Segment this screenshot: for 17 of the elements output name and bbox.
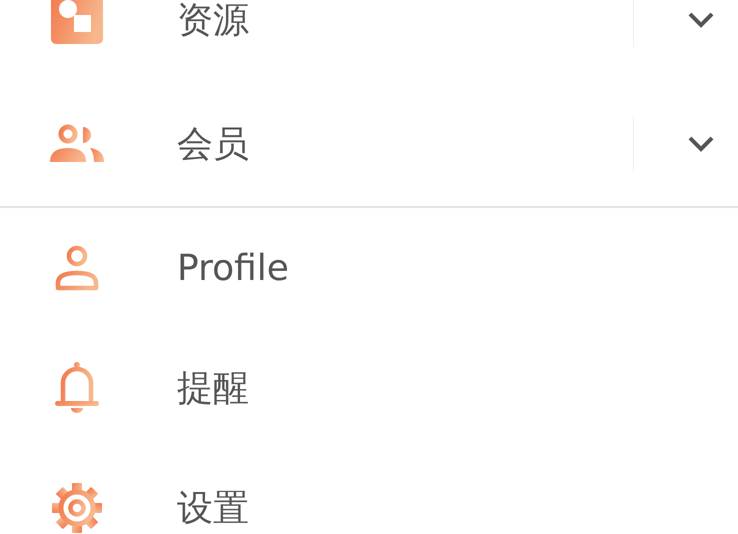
menu-item[interactable]: Profile — [0, 208, 738, 328]
menu-item[interactable]: 资源 — [0, 0, 738, 82]
bell-icon — [53, 361, 101, 415]
menu-label: 会员 — [177, 122, 250, 166]
menu-label: Profile — [177, 248, 290, 288]
people-icon — [49, 124, 105, 164]
menu-item[interactable]: 提醒 — [0, 328, 738, 448]
menu-item[interactable]: 会员 — [0, 82, 738, 206]
shapes-icon — [51, 0, 103, 44]
menu-label: 资源 — [177, 0, 250, 42]
chevron-icon[interactable] — [688, 136, 714, 152]
menu-label: 设置 — [177, 486, 250, 530]
menu-label: 提醒 — [177, 366, 250, 410]
chevron-icon[interactable] — [688, 12, 714, 28]
person-icon — [54, 245, 100, 291]
settings-icon — [51, 482, 103, 534]
menu-item[interactable]: 设置 — [0, 448, 738, 534]
